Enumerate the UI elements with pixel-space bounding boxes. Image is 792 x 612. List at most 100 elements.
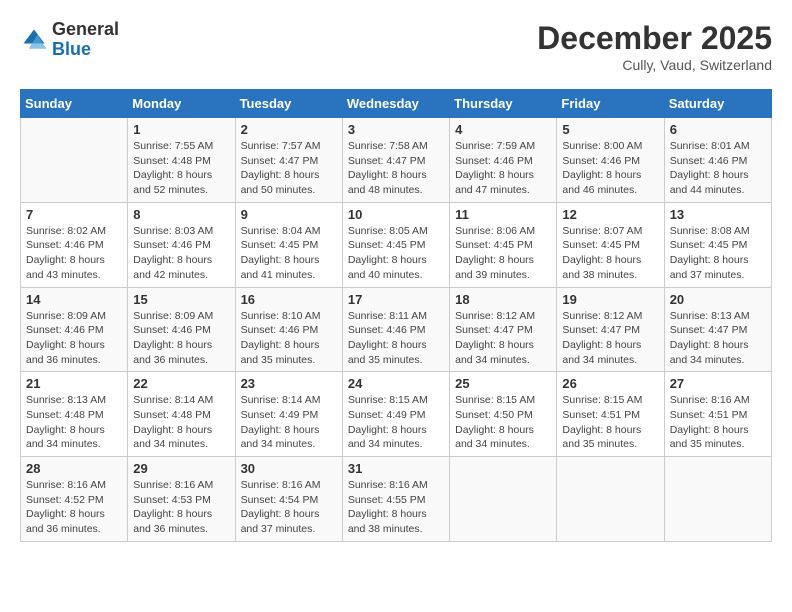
calendar-cell: 11Sunrise: 8:06 AM Sunset: 4:45 PM Dayli… bbox=[450, 202, 557, 287]
calendar-cell bbox=[450, 457, 557, 542]
day-number: 1 bbox=[133, 122, 229, 137]
day-info: Sunrise: 8:09 AM Sunset: 4:46 PM Dayligh… bbox=[133, 309, 229, 368]
calendar-cell: 8 Sunrise: 8:03 AM Sunset: 4:46 PM Daylig… bbox=[128, 202, 235, 287]
day-number: 21 bbox=[26, 376, 122, 391]
calendar-cell bbox=[664, 457, 771, 542]
calendar-cell: 24Sunrise: 8:15 AM Sunset: 4:49 PM Dayli… bbox=[342, 372, 449, 457]
day-info: Sunrise: 8:14 AM Sunset: 4:49 PM Dayligh… bbox=[241, 393, 337, 452]
day-info: Sunrise: 8:16 AM Sunset: 4:53 PM Dayligh… bbox=[133, 478, 229, 537]
calendar-cell: 17 Sunrise: 8:11 AM Sunset: 4:46 PM Dayli… bbox=[342, 287, 449, 372]
day-number: 11 bbox=[455, 207, 551, 222]
day-info: Sunrise: 8:15 AM Sunset: 4:51 PM Dayligh… bbox=[562, 393, 658, 452]
day-info: Sunrise: 8:07 AM Sunset: 4:45 PM Dayligh… bbox=[562, 224, 658, 283]
calendar-cell: 27Sunrise: 8:16 AM Sunset: 4:51 PM Dayli… bbox=[664, 372, 771, 457]
day-info: Sunrise: 8:16 AM Sunset: 4:52 PM Dayligh… bbox=[26, 478, 122, 537]
day-number: 27 bbox=[670, 376, 766, 391]
day-number: 2 bbox=[241, 122, 337, 137]
day-info: Sunrise: 7:57 AM Sunset: 4:47 PM Dayligh… bbox=[241, 139, 337, 198]
calendar-cell bbox=[557, 457, 664, 542]
day-number: 20 bbox=[670, 292, 766, 307]
title-area: December 2025 Cully, Vaud, Switzerland bbox=[537, 20, 772, 73]
calendar-cell: 21Sunrise: 8:13 AM Sunset: 4:48 PM Dayli… bbox=[21, 372, 128, 457]
weekday-header: Thursday bbox=[450, 90, 557, 118]
day-number: 23 bbox=[241, 376, 337, 391]
calendar-cell: 23 Sunrise: 8:14 AM Sunset: 4:49 PM Dayli… bbox=[235, 372, 342, 457]
day-info: Sunrise: 8:04 AM Sunset: 4:45 PM Dayligh… bbox=[241, 224, 337, 283]
calendar-cell: 20 Sunrise: 8:13 AM Sunset: 4:47 PM Dayli… bbox=[664, 287, 771, 372]
day-number: 25 bbox=[455, 376, 551, 391]
day-info: Sunrise: 8:09 AM Sunset: 4:46 PM Dayligh… bbox=[26, 309, 122, 368]
calendar-header: SundayMondayTuesdayWednesdayThursdayFrid… bbox=[21, 90, 772, 118]
day-number: 4 bbox=[455, 122, 551, 137]
day-number: 29 bbox=[133, 461, 229, 476]
weekday-header: Friday bbox=[557, 90, 664, 118]
day-number: 5 bbox=[562, 122, 658, 137]
day-info: Sunrise: 8:00 AM Sunset: 4:46 PM Dayligh… bbox=[562, 139, 658, 198]
day-info: Sunrise: 7:58 AM Sunset: 4:47 PM Dayligh… bbox=[348, 139, 444, 198]
calendar-week-row: 28 Sunrise: 8:16 AM Sunset: 4:52 PM Dayli… bbox=[21, 457, 772, 542]
calendar-cell: 19Sunrise: 8:12 AM Sunset: 4:47 PM Dayli… bbox=[557, 287, 664, 372]
day-number: 28 bbox=[26, 461, 122, 476]
logo-blue-text: Blue bbox=[52, 40, 119, 60]
day-info: Sunrise: 8:10 AM Sunset: 4:46 PM Dayligh… bbox=[241, 309, 337, 368]
day-number: 17 bbox=[348, 292, 444, 307]
calendar-cell: 22 Sunrise: 8:14 AM Sunset: 4:48 PM Dayli… bbox=[128, 372, 235, 457]
day-number: 6 bbox=[670, 122, 766, 137]
calendar-cell: 25 Sunrise: 8:15 AM Sunset: 4:50 PM Dayli… bbox=[450, 372, 557, 457]
calendar-cell: 15 Sunrise: 8:09 AM Sunset: 4:46 PM Dayli… bbox=[128, 287, 235, 372]
calendar-cell: 18Sunrise: 8:12 AM Sunset: 4:47 PM Dayli… bbox=[450, 287, 557, 372]
calendar-cell: 12 Sunrise: 8:07 AM Sunset: 4:45 PM Dayli… bbox=[557, 202, 664, 287]
calendar-cell: 3 Sunrise: 7:58 AM Sunset: 4:47 PM Daylig… bbox=[342, 118, 449, 203]
day-info: Sunrise: 8:11 AM Sunset: 4:46 PM Dayligh… bbox=[348, 309, 444, 368]
calendar-cell: 31 Sunrise: 8:16 AM Sunset: 4:55 PM Dayli… bbox=[342, 457, 449, 542]
weekday-header: Monday bbox=[128, 90, 235, 118]
day-info: Sunrise: 8:03 AM Sunset: 4:46 PM Dayligh… bbox=[133, 224, 229, 283]
calendar-cell: 6 Sunrise: 8:01 AM Sunset: 4:46 PM Daylig… bbox=[664, 118, 771, 203]
day-info: Sunrise: 8:16 AM Sunset: 4:54 PM Dayligh… bbox=[241, 478, 337, 537]
day-number: 18 bbox=[455, 292, 551, 307]
logo: General Blue bbox=[20, 20, 119, 60]
weekday-header: Wednesday bbox=[342, 90, 449, 118]
calendar-cell: 29 Sunrise: 8:16 AM Sunset: 4:53 PM Dayli… bbox=[128, 457, 235, 542]
day-info: Sunrise: 8:02 AM Sunset: 4:46 PM Dayligh… bbox=[26, 224, 122, 283]
calendar-week-row: 14 Sunrise: 8:09 AM Sunset: 4:46 PM Dayli… bbox=[21, 287, 772, 372]
calendar-cell: 26 Sunrise: 8:15 AM Sunset: 4:51 PM Dayli… bbox=[557, 372, 664, 457]
day-info: Sunrise: 8:15 AM Sunset: 4:50 PM Dayligh… bbox=[455, 393, 551, 452]
day-info: Sunrise: 8:13 AM Sunset: 4:47 PM Dayligh… bbox=[670, 309, 766, 368]
day-number: 8 bbox=[133, 207, 229, 222]
day-number: 12 bbox=[562, 207, 658, 222]
day-info: Sunrise: 8:05 AM Sunset: 4:45 PM Dayligh… bbox=[348, 224, 444, 283]
day-number: 15 bbox=[133, 292, 229, 307]
calendar-cell: 30 Sunrise: 8:16 AM Sunset: 4:54 PM Dayli… bbox=[235, 457, 342, 542]
calendar-cell: 16 Sunrise: 8:10 AM Sunset: 4:46 PM Dayli… bbox=[235, 287, 342, 372]
calendar-cell: 2 Sunrise: 7:57 AM Sunset: 4:47 PM Daylig… bbox=[235, 118, 342, 203]
day-number: 22 bbox=[133, 376, 229, 391]
day-number: 14 bbox=[26, 292, 122, 307]
logo-general-text: General bbox=[52, 20, 119, 40]
calendar-cell: 4Sunrise: 7:59 AM Sunset: 4:46 PM Daylig… bbox=[450, 118, 557, 203]
day-info: Sunrise: 8:01 AM Sunset: 4:46 PM Dayligh… bbox=[670, 139, 766, 198]
calendar-cell: 28 Sunrise: 8:16 AM Sunset: 4:52 PM Dayli… bbox=[21, 457, 128, 542]
calendar-cell bbox=[21, 118, 128, 203]
weekday-header: Tuesday bbox=[235, 90, 342, 118]
location-text: Cully, Vaud, Switzerland bbox=[537, 57, 772, 73]
weekday-header: Sunday bbox=[21, 90, 128, 118]
calendar-week-row: 21Sunrise: 8:13 AM Sunset: 4:48 PM Dayli… bbox=[21, 372, 772, 457]
calendar-week-row: 1Sunrise: 7:55 AM Sunset: 4:48 PM Daylig… bbox=[21, 118, 772, 203]
calendar-body: 1Sunrise: 7:55 AM Sunset: 4:48 PM Daylig… bbox=[21, 118, 772, 542]
day-number: 30 bbox=[241, 461, 337, 476]
day-info: Sunrise: 8:15 AM Sunset: 4:49 PM Dayligh… bbox=[348, 393, 444, 452]
calendar-cell: 13Sunrise: 8:08 AM Sunset: 4:45 PM Dayli… bbox=[664, 202, 771, 287]
day-number: 3 bbox=[348, 122, 444, 137]
day-number: 31 bbox=[348, 461, 444, 476]
calendar-cell: 14 Sunrise: 8:09 AM Sunset: 4:46 PM Dayli… bbox=[21, 287, 128, 372]
day-info: Sunrise: 8:14 AM Sunset: 4:48 PM Dayligh… bbox=[133, 393, 229, 452]
day-info: Sunrise: 8:16 AM Sunset: 4:55 PM Dayligh… bbox=[348, 478, 444, 537]
calendar-week-row: 7Sunrise: 8:02 AM Sunset: 4:46 PM Daylig… bbox=[21, 202, 772, 287]
day-number: 16 bbox=[241, 292, 337, 307]
day-info: Sunrise: 8:08 AM Sunset: 4:45 PM Dayligh… bbox=[670, 224, 766, 283]
header-row: SundayMondayTuesdayWednesdayThursdayFrid… bbox=[21, 90, 772, 118]
calendar-cell: 10Sunrise: 8:05 AM Sunset: 4:45 PM Dayli… bbox=[342, 202, 449, 287]
day-number: 26 bbox=[562, 376, 658, 391]
calendar-cell: 5 Sunrise: 8:00 AM Sunset: 4:46 PM Daylig… bbox=[557, 118, 664, 203]
